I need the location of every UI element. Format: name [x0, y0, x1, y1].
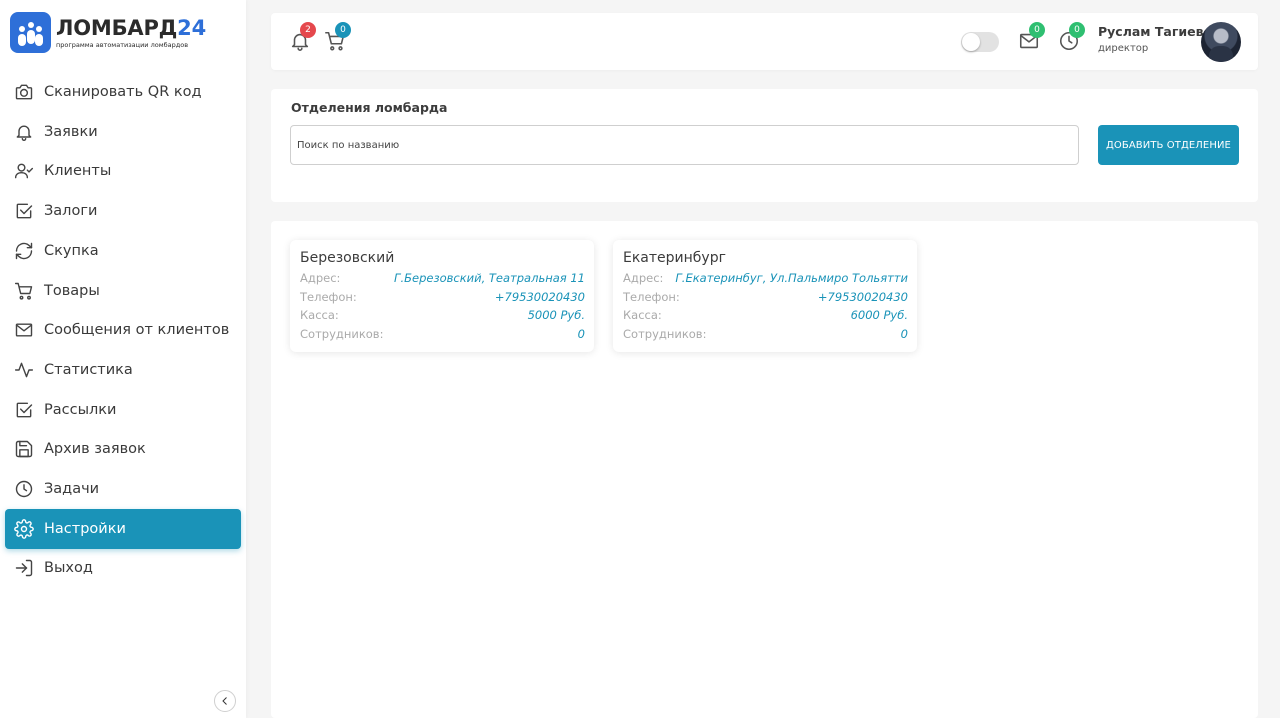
user-check-icon [13, 160, 35, 182]
sidebar-collapse-button[interactable] [214, 690, 236, 712]
branch-cash-row: Касса: 5000 Руб. [300, 308, 585, 326]
branch-staff-row: Сотрудников: 0 [623, 327, 908, 345]
sidebar-item-label: Выход [44, 560, 93, 577]
sidebar-item-scan-qr[interactable]: Сканировать QR код [5, 72, 241, 112]
save-icon [13, 438, 35, 460]
sidebar-item-label: Сканировать QR код [44, 84, 202, 100]
address-value: Г.Екатеринбуг, Ул.Пальмиро Тольятти [675, 271, 908, 285]
sidebar-item-label: Рассылки [44, 401, 117, 418]
sidebar-item-label: Архив заявок [44, 441, 146, 458]
chevron-left-icon [222, 697, 227, 705]
staff-value: 0 [577, 327, 585, 341]
sidebar-item-label: Клиенты [44, 163, 112, 180]
branch-staff-row: Сотрудников: 0 [300, 327, 585, 345]
refresh-icon [13, 240, 35, 262]
staff-value: 0 [900, 327, 908, 341]
branch-name: Екатеринбург [623, 250, 726, 266]
branch-card[interactable]: Екатеринбург Адрес: Г.Екатеринбуг, Ул.Па… [613, 240, 917, 352]
avatar[interactable] [1201, 22, 1241, 62]
branch-name: Березовский [300, 250, 395, 266]
cart-button[interactable]: 0 [324, 22, 351, 54]
address-label: Адрес: [300, 271, 341, 285]
sidebar-item-statistics[interactable]: Статистика [5, 350, 241, 390]
bell-icon [13, 121, 35, 143]
sidebar: ЛОМБАРД24 программа автоматизации ломбар… [0, 0, 246, 718]
phone-value: +79530020430 [494, 290, 585, 304]
tasks-button[interactable]: 0 [1058, 22, 1085, 54]
search-input[interactable] [290, 125, 1079, 165]
clock-icon [13, 478, 35, 500]
address-value: Г.Березовский, Театральная 11 [394, 271, 585, 285]
sidebar-item-label: Сообщения от клиентов [44, 322, 230, 339]
sidebar-item-logout[interactable]: Выход [5, 548, 241, 588]
notifications-badge: 2 [300, 22, 316, 38]
branch-phone-row: Телефон: +79530020430 [623, 290, 908, 308]
branch-card[interactable]: Березовский Адрес: Г.Березовский, Театра… [290, 240, 594, 352]
sidebar-item-label: Статистика [44, 361, 133, 378]
toggle-knob [962, 33, 980, 51]
tasks-badge: 0 [1069, 22, 1085, 38]
sidebar-item-requests[interactable]: Заявки [5, 112, 241, 152]
camera-icon [13, 81, 35, 103]
user-name[interactable]: Руслам Тагиев [1098, 24, 1204, 39]
logout-icon [13, 557, 35, 579]
top-header: 2 0 0 0 Руслам Тагиев директор [271, 13, 1258, 70]
sidebar-item-clients[interactable]: Клиенты [5, 151, 241, 191]
branch-address-row: Адрес: Г.Екатеринбуг, Ул.Пальмиро Тольят… [623, 271, 908, 289]
mail-icon [13, 319, 35, 341]
sidebar-item-label: Товары [44, 282, 100, 299]
sidebar-menu: Сканировать QR код Заявки Клиенты Залоги… [5, 72, 241, 588]
cash-value: 6000 Руб. [850, 308, 908, 322]
sidebar-item-mailings[interactable]: Рассылки [5, 390, 241, 430]
cart-icon [13, 280, 35, 302]
branch-address-row: Адрес: Г.Березовский, Театральная 11 [300, 271, 585, 289]
checkbox-icon [13, 200, 35, 222]
cash-label: Касса: [300, 308, 339, 322]
phone-value: +79530020430 [817, 290, 908, 304]
branch-cash-row: Касса: 6000 Руб. [623, 308, 908, 326]
phone-label: Телефон: [623, 290, 680, 304]
phone-label: Телефон: [300, 290, 357, 304]
page-title: Отделения ломбарда [291, 100, 448, 115]
brand-subtitle: программа автоматизации ломбардов [56, 40, 189, 49]
gear-icon [13, 518, 35, 540]
sidebar-item-pledges[interactable]: Залоги [5, 191, 241, 231]
sidebar-item-settings[interactable]: Настройки [5, 508, 241, 549]
notifications-button[interactable]: 2 [289, 22, 316, 54]
brand-name: ЛОМБАРД24 [56, 15, 206, 40]
sidebar-item-buyout[interactable]: Скупка [5, 231, 241, 271]
sidebar-item-label: Залоги [44, 203, 98, 220]
cash-value: 5000 Руб. [527, 308, 585, 322]
branches-panel: Отделения ломбарда ДОБАВИТЬ ОТДЕЛЕНИЕ [271, 89, 1258, 202]
sidebar-item-messages[interactable]: Сообщения от клиентов [5, 310, 241, 350]
messages-button[interactable]: 0 [1018, 22, 1045, 54]
sidebar-item-label: Заявки [44, 123, 98, 140]
branch-phone-row: Телефон: +79530020430 [300, 290, 585, 308]
branches-list: Березовский Адрес: Г.Березовский, Театра… [271, 221, 1258, 718]
messages-badge: 0 [1029, 22, 1045, 38]
sidebar-item-tasks[interactable]: Задачи [5, 469, 241, 509]
staff-label: Сотрудников: [623, 327, 707, 341]
activity-icon [13, 359, 35, 381]
logo[interactable]: ЛОМБАРД24 программа автоматизации ломбар… [10, 12, 206, 53]
checkbox-icon [13, 399, 35, 421]
sidebar-item-label: Скупка [44, 242, 99, 259]
address-label: Адрес: [623, 271, 664, 285]
logo-icon [10, 12, 51, 53]
sidebar-item-label: Настройки [44, 520, 126, 537]
sidebar-item-goods[interactable]: Товары [5, 271, 241, 311]
staff-label: Сотрудников: [300, 327, 384, 341]
sidebar-item-label: Задачи [44, 481, 100, 498]
theme-toggle[interactable] [961, 32, 999, 52]
cart-badge: 0 [335, 22, 351, 38]
user-role: директор [1098, 43, 1149, 54]
add-branch-button[interactable]: ДОБАВИТЬ ОТДЕЛЕНИЕ [1098, 125, 1239, 165]
sidebar-item-archive[interactable]: Архив заявок [5, 429, 241, 469]
cash-label: Касса: [623, 308, 662, 322]
